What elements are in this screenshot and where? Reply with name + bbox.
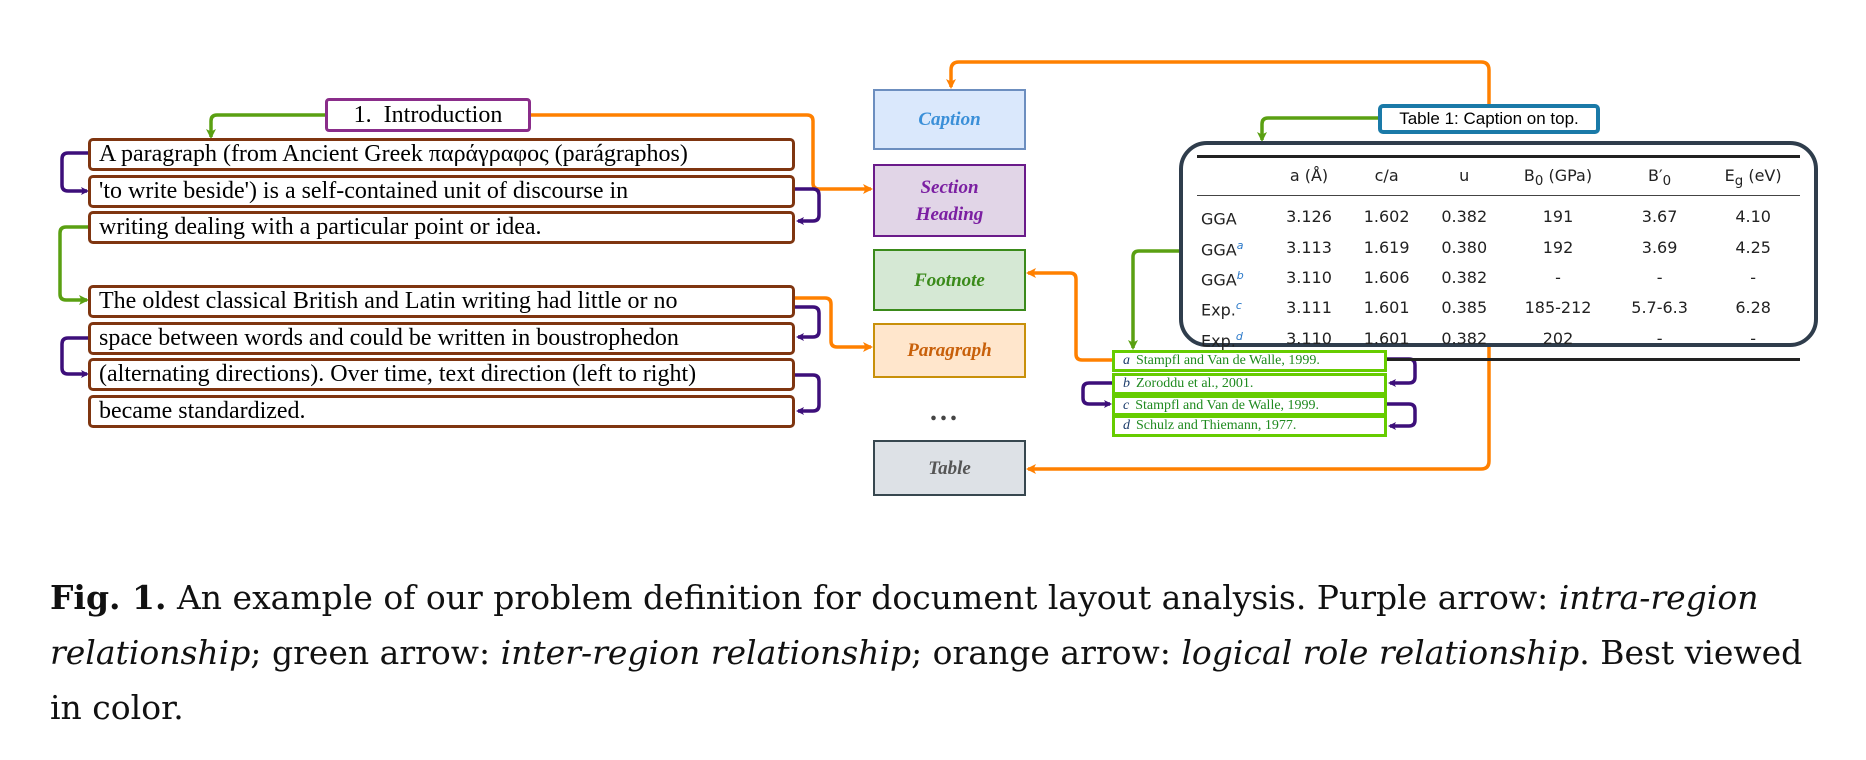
intra-region-arrow — [795, 187, 821, 225]
caption-text: ; green arrow: — [250, 633, 501, 672]
intra-region-arrow — [60, 336, 89, 378]
footnote-mark: a — [1123, 353, 1130, 368]
text-line: 'to write beside') is a self-contained u… — [88, 175, 795, 208]
table-cell: 1.619 — [1363, 237, 1410, 257]
table-cell: 0.382 — [1441, 207, 1488, 227]
category-label: Caption — [918, 109, 981, 130]
footnote-mark: c — [1123, 397, 1130, 413]
table-cell: 3.126 — [1286, 207, 1332, 227]
category-footnote: Footnote — [873, 249, 1026, 311]
row-label: GGA — [1201, 209, 1237, 229]
category-paragraph: Paragraph — [873, 323, 1026, 378]
text-line: became standardized. — [88, 395, 795, 428]
inter-region-arrow — [1257, 116, 1378, 142]
column-header: u — [1425, 154, 1504, 197]
table-cell: 1.606 — [1363, 268, 1410, 287]
table-cell: 4.10 — [1735, 207, 1771, 227]
column-header: B′0 — [1612, 154, 1707, 197]
logical-role-arrow — [946, 60, 1491, 104]
table-cell: 3.67 — [1641, 207, 1678, 227]
table-cell: 6.28 — [1735, 298, 1771, 318]
footnote-text: Zoroddu et al., 2001. — [1136, 376, 1254, 391]
footnote-line: b Zoroddu et al., 2001. — [1112, 373, 1387, 395]
table-region: a (Å) c/a u B0 (GPa) B′0 Eg (eV) GGA 3.126 1.60… — [1179, 141, 1818, 361]
footnote-line: d Schulz and Thiemann, 1977. — [1112, 415, 1387, 437]
inter-region-arrow — [58, 225, 89, 305]
table-cell: 0.380 — [1441, 237, 1488, 257]
text-line: A paragraph (from Ancient Greek παράγραφ… — [88, 138, 795, 171]
text-line: The oldest classical British and Latin w… — [88, 285, 795, 318]
footnote-text: Stampfl and Van de Walle, 1999. — [1136, 353, 1320, 368]
inter-region-arrow — [206, 113, 325, 139]
column-header: Eg (eV) — [1706, 154, 1800, 197]
column-header: B0 (GPa) — [1503, 154, 1613, 197]
footnote-text: Schulz and Thiemann, 1977. — [1136, 418, 1297, 433]
footnote-mark: b — [1123, 376, 1130, 391]
table-cell: 1.601 — [1363, 298, 1410, 318]
footnote-mark: d — [1123, 418, 1130, 433]
category-label: Table — [928, 457, 971, 479]
logical-role-arrow — [1026, 268, 1112, 362]
row-label: GGAb — [1201, 268, 1244, 290]
table-cell: 0.382 — [1425, 323, 1504, 361]
table-cell: - — [1656, 268, 1663, 287]
footnote-line: a Stampfl and Van de Walle, 1999. — [1112, 350, 1387, 372]
figure-caption: Fig. 1. An example of our problem defini… — [50, 570, 1830, 735]
intra-region-arrow — [795, 305, 821, 341]
column-header: c/a — [1347, 154, 1426, 197]
table-cell: 3.69 — [1641, 237, 1678, 257]
footnote-text: Stampfl and Van de Walle, 1999. — [1135, 397, 1320, 413]
table-cell: 1.602 — [1363, 207, 1410, 227]
row-label: Exp.c — [1201, 299, 1242, 320]
table-cell: 3.113 — [1286, 237, 1332, 257]
table-cell: 202 — [1503, 323, 1613, 361]
table-cell: - — [1750, 268, 1757, 287]
table-cell: - — [1612, 323, 1707, 361]
intra-region-arrow — [60, 151, 89, 195]
table-cell: 5.7-6.3 — [1631, 298, 1688, 318]
table-cell: 3.110 — [1286, 268, 1332, 287]
caption-text: ; orange arrow: — [911, 633, 1182, 672]
intra-region-arrow — [1081, 381, 1112, 408]
category-caption: Caption — [873, 89, 1026, 150]
category-label: Paragraph — [907, 340, 992, 361]
table-cell: - — [1555, 268, 1561, 287]
column-header: a (Å) — [1270, 154, 1348, 197]
table-row: GGAa 3.113 1.619 0.380 192 3.69 4.25 — [1197, 233, 1800, 263]
intra-region-arrow — [795, 373, 821, 415]
column-header — [1197, 154, 1271, 197]
table-cell: 0.382 — [1441, 268, 1488, 287]
text-line: (alternating directions). Over time, tex… — [88, 358, 795, 391]
table-cell: 185-212 — [1524, 298, 1592, 318]
table-row: GGA 3.126 1.602 0.382 191 3.67 4.10 — [1197, 196, 1800, 233]
table-cell: - — [1706, 323, 1800, 361]
text-line: writing dealing with a particular point … — [88, 211, 795, 244]
data-table: a (Å) c/a u B0 (GPa) B′0 Eg (eV) GGA 3.126 1.60… — [1197, 154, 1800, 361]
caption-text: An example of our problem definition for… — [166, 578, 1559, 617]
table-cell: 3.111 — [1286, 298, 1332, 318]
inter-region-arrow — [1128, 249, 1179, 350]
caption-term: logical role relationship — [1181, 633, 1580, 672]
category-section-heading: Section Heading — [873, 164, 1026, 237]
row-label: GGAa — [1201, 238, 1244, 259]
table-cell: 192 — [1542, 237, 1574, 257]
table-cell: 0.385 — [1441, 298, 1488, 318]
table-cell: 191 — [1542, 207, 1574, 227]
ellipsis: ... — [930, 396, 960, 427]
intra-region-arrow — [1387, 357, 1417, 387]
category-label: Section Heading — [915, 176, 984, 225]
text-line: space between words and could be written… — [88, 322, 795, 355]
caption-term: inter-region relationship — [500, 633, 912, 672]
category-table: Table — [873, 440, 1026, 496]
table-caption-region: Table 1: Caption on top. — [1378, 104, 1600, 134]
table-cell: 4.25 — [1735, 237, 1771, 257]
footnote-line: c Stampfl and Van de Walle, 1999. — [1112, 395, 1387, 416]
table-row: Exp.c 3.111 1.601 0.385 185-212 5.7-6.3 6.28 — [1197, 293, 1800, 323]
category-label: Footnote — [914, 269, 985, 291]
table-row: GGAb 3.110 1.606 0.382 - - - — [1197, 263, 1800, 293]
figure-label: Fig. 1. — [50, 578, 167, 617]
section-heading-region: 1. Introduction — [325, 98, 531, 132]
intra-region-arrow — [1387, 402, 1417, 430]
